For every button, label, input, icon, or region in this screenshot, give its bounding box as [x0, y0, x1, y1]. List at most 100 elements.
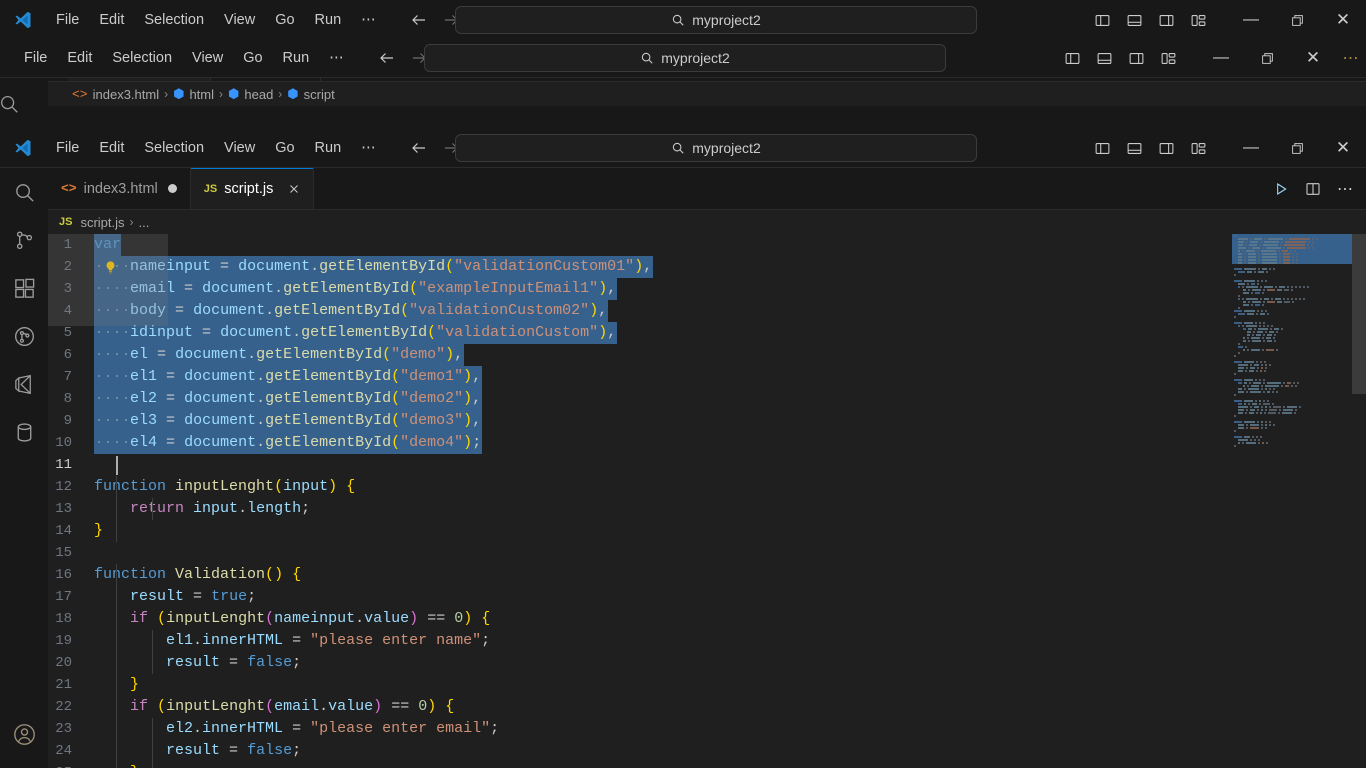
- restore-button[interactable]: [1274, 128, 1320, 168]
- menu-run[interactable]: Run: [273, 45, 320, 71]
- minimap-slider[interactable]: [48, 234, 168, 326]
- split-editor-button[interactable]: [1298, 174, 1328, 204]
- code-line[interactable]: 13 return input.length;: [48, 498, 1218, 520]
- window2-navigation[interactable]: [378, 49, 428, 67]
- line-content[interactable]: if (inputLenght(nameinput.value) == 0) {: [94, 608, 1218, 630]
- window3-actions[interactable]: — ✕: [1086, 128, 1366, 168]
- line-content[interactable]: el4 = document.getElementById("demo4");: [94, 432, 1218, 454]
- go-back-icon[interactable]: [410, 11, 428, 29]
- breadcrumb-item-file[interactable]: index3.html: [93, 87, 159, 102]
- toggle-panel-icon[interactable]: [1088, 43, 1120, 73]
- line-content[interactable]: var: [94, 234, 1218, 256]
- code-lines[interactable]: 1 var 2 nameinput = document.getElementByI…: [48, 234, 1218, 768]
- code-line[interactable]: 11: [48, 454, 1218, 476]
- menu-more[interactable]: ⋯: [319, 45, 354, 71]
- vscode-window-2[interactable]: File Edit Selection View Go Run ⋯ myproj…: [0, 38, 1366, 78]
- toggle-secondary-sidebar-icon[interactable]: [1120, 43, 1152, 73]
- window3-tabbar[interactable]: <> index3.html JS script.js ⋯: [48, 168, 1366, 210]
- line-content[interactable]: el2 = document.getElementById("demo2"),: [94, 388, 1218, 410]
- menu-run[interactable]: Run: [305, 135, 352, 161]
- menu-more[interactable]: ⋯: [351, 7, 386, 33]
- menu-go[interactable]: Go: [265, 7, 304, 33]
- tab-index3-html[interactable]: <> index3.html: [48, 168, 191, 209]
- scrollbar-thumb[interactable]: [1352, 234, 1366, 394]
- line-content[interactable]: result = false;: [94, 740, 1218, 762]
- breadcrumb-item-html[interactable]: html: [189, 87, 214, 102]
- menu-run[interactable]: Run: [305, 7, 352, 33]
- vscode-window-3[interactable]: File Edit Selection View Go Run ⋯ myproj…: [0, 128, 1366, 768]
- window2-menubar[interactable]: File Edit Selection View Go Run ⋯: [14, 45, 354, 71]
- window2-command-center[interactable]: myproject2: [424, 44, 946, 72]
- restore-button[interactable]: [1274, 0, 1320, 40]
- code-line[interactable]: 20 result = false;: [48, 652, 1218, 674]
- menu-more[interactable]: ⋯: [351, 135, 386, 161]
- line-content[interactable]: el1 = document.getElementById("demo1"),: [94, 366, 1218, 388]
- line-content[interactable]: }: [94, 520, 1218, 542]
- window1-menubar[interactable]: File Edit Selection View Go Run ⋯: [46, 7, 386, 33]
- toggle-panel-icon[interactable]: [1118, 5, 1150, 35]
- menu-file[interactable]: File: [14, 45, 57, 71]
- customize-layout-icon[interactable]: [1152, 43, 1184, 73]
- code-line[interactable]: 9 el3 = document.getElementById("demo3")…: [48, 410, 1218, 432]
- close-button[interactable]: ✕: [1290, 38, 1336, 78]
- toggle-secondary-sidebar-icon[interactable]: [1150, 133, 1182, 163]
- tab-script-js[interactable]: JS script.js: [190, 168, 315, 209]
- window3-editor-actions[interactable]: ⋯: [1266, 168, 1360, 210]
- line-content[interactable]: nameinput = document.getElementById("val…: [94, 256, 1218, 278]
- code-line[interactable]: 17 result = true;: [48, 586, 1218, 608]
- line-content[interactable]: if (inputLenght(email.value) == 0) {: [94, 696, 1218, 718]
- menu-edit[interactable]: Edit: [89, 7, 134, 33]
- code-line[interactable]: 1 var: [48, 234, 1218, 256]
- activitybar-item-azure[interactable]: [0, 360, 48, 408]
- code-line[interactable]: 8 el2 = document.getElementById("demo2")…: [48, 388, 1218, 410]
- customize-layout-icon[interactable]: [1182, 5, 1214, 35]
- line-content[interactable]: el1.innerHTML = "please enter name";: [94, 630, 1218, 652]
- breadcrumb-item-more[interactable]: ...: [139, 215, 150, 230]
- code-line[interactable]: 19 el1.innerHTML = "please enter name";: [48, 630, 1218, 652]
- window2-layout-controls[interactable]: [1056, 43, 1184, 73]
- menu-selection[interactable]: Selection: [134, 135, 214, 161]
- window3-layout-controls[interactable]: [1086, 133, 1214, 163]
- menu-selection[interactable]: Selection: [102, 45, 182, 71]
- restore-button[interactable]: [1244, 38, 1290, 78]
- code-line[interactable]: 23 el2.innerHTML = "please enter email";: [48, 718, 1218, 740]
- menu-edit[interactable]: Edit: [57, 45, 102, 71]
- window-overflow-button[interactable]: ⋯: [1336, 38, 1366, 78]
- close-button[interactable]: ✕: [1320, 128, 1366, 168]
- line-content[interactable]: idinput = document.getElementById("valid…: [94, 322, 1218, 344]
- line-content[interactable]: email = document.getElementById("example…: [94, 278, 1218, 300]
- toggle-panel-icon[interactable]: [1118, 133, 1150, 163]
- menu-file[interactable]: File: [46, 135, 89, 161]
- code-line[interactable]: 5 idinput = document.getElementById("val…: [48, 322, 1218, 344]
- window1-layout-controls[interactable]: [1086, 5, 1214, 35]
- menu-view[interactable]: View: [214, 135, 265, 161]
- code-line[interactable]: 25 }: [48, 762, 1218, 768]
- code-editor[interactable]: 1 var 2 nameinput = document.getElementByI…: [48, 234, 1366, 768]
- menu-go[interactable]: Go: [233, 45, 272, 71]
- code-line[interactable]: 10 el4 = document.getElementById("demo4"…: [48, 432, 1218, 454]
- code-line[interactable]: 24 result = false;: [48, 740, 1218, 762]
- line-content[interactable]: function inputLenght(input) {: [94, 476, 1218, 498]
- line-content[interactable]: return input.length;: [94, 498, 1218, 520]
- window3-breadcrumb[interactable]: JS script.js › ...: [48, 210, 1366, 234]
- code-line[interactable]: 15: [48, 542, 1218, 564]
- code-line[interactable]: 21 }: [48, 674, 1218, 696]
- go-back-icon[interactable]: [410, 139, 428, 157]
- line-content[interactable]: el2.innerHTML = "please enter email";: [94, 718, 1218, 740]
- editor-scrollbar[interactable]: [1352, 234, 1366, 768]
- code-line[interactable]: 14}: [48, 520, 1218, 542]
- activitybar-item-source-control[interactable]: [0, 216, 48, 264]
- activitybar-item-extensions[interactable]: [0, 264, 48, 312]
- window1-navigation[interactable]: [410, 11, 460, 29]
- code-line[interactable]: 12 function inputLenght(input) {: [48, 476, 1218, 498]
- menu-edit[interactable]: Edit: [89, 135, 134, 161]
- code-line[interactable]: 16 function Validation() {: [48, 564, 1218, 586]
- toggle-primary-sidebar-icon[interactable]: [1086, 133, 1118, 163]
- menu-view[interactable]: View: [182, 45, 233, 71]
- activitybar-item-run-and-debug[interactable]: [0, 312, 48, 360]
- activitybar-item-account[interactable]: [0, 710, 48, 758]
- code-line[interactable]: 2 nameinput = document.getElementById("v…: [48, 256, 1218, 278]
- line-content[interactable]: body = document.getElementById("validati…: [94, 300, 1218, 322]
- minimap[interactable]: [1232, 234, 1352, 768]
- customize-layout-icon[interactable]: [1182, 133, 1214, 163]
